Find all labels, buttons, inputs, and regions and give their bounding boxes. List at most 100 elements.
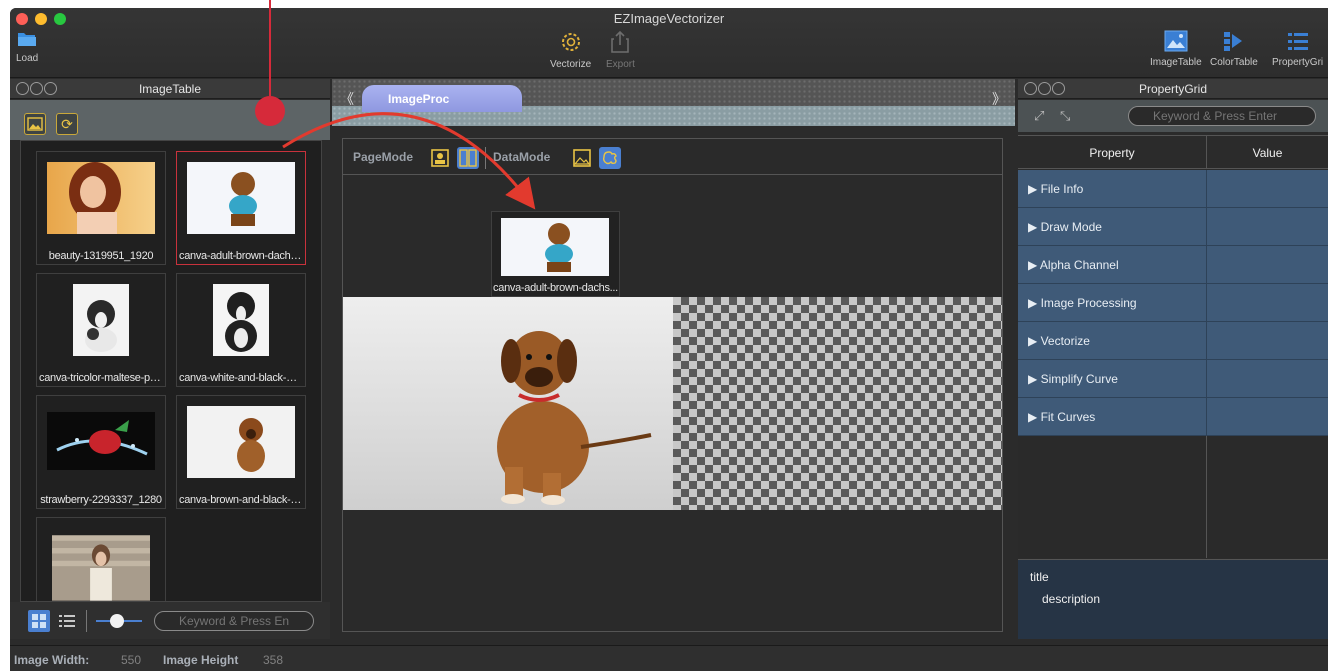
image-data-button[interactable] [571, 147, 593, 169]
image-height-value: 358 [263, 653, 284, 667]
property-description: title description [1018, 559, 1328, 639]
thumbnail-caption: canva-tricolor-maltese-pu... [39, 372, 164, 384]
vectorize-button[interactable]: Vectorize [550, 30, 591, 70]
add-image-button[interactable] [24, 113, 46, 135]
mode-bar: PageMode DataMode [343, 139, 1002, 175]
data-mode-label: DataMode [493, 150, 551, 164]
image-table-footer: Q▾ [10, 602, 330, 639]
load-label: Load [16, 53, 39, 64]
image-table-toolbar: ⟳ [10, 100, 330, 140]
title-toolbar: EZImageVectorizer Load Vectorize Export … [10, 8, 1328, 78]
image-search-input[interactable] [154, 611, 314, 631]
load-button[interactable]: Load [16, 30, 38, 64]
property-name: ▶ Draw Mode [1028, 220, 1102, 234]
image-table-header: ImageTable [10, 79, 330, 99]
imagetable-button[interactable]: ImageTable [1150, 30, 1202, 68]
app-window: EZImageVectorizer Load Vectorize Export … [10, 8, 1328, 671]
property-row-draw-mode[interactable]: ▶ Draw Mode [1018, 208, 1328, 246]
image-proc-panel: 《 ImageProc 》 PageMode DataMode canva-ad… [332, 79, 1015, 639]
colortable-label: ColorTable [1210, 57, 1258, 68]
zoom-slider[interactable] [96, 614, 142, 628]
thumbnail-image [187, 406, 295, 478]
current-image-caption: canva-adult-brown-dachs... [493, 282, 618, 294]
property-row-alpha-channel[interactable]: ▶ Alpha Channel [1018, 246, 1328, 284]
thumbnail-image [73, 284, 129, 356]
thumbnail-item[interactable]: canva-tricolor-maltese-pu... [36, 273, 166, 387]
toolbar-divider [86, 610, 87, 632]
description-title: title [1030, 570, 1049, 584]
property-name: ▶ Alpha Channel [1028, 258, 1119, 272]
thumbnail-caption: beauty-1319951_1920 [48, 250, 154, 262]
vector-result-view [673, 297, 1002, 510]
property-row-simplify-curve[interactable]: ▶ Simplify Curve [1018, 360, 1328, 398]
thumbnail-caption: canva-adult-brown-dachs... [179, 250, 304, 262]
property-search-input[interactable] [1128, 106, 1316, 126]
thumbnail-item[interactable]: canva-brown-and-black-g... [176, 395, 306, 509]
property-row-fit-curves[interactable]: ▶ Fit Curves [1018, 398, 1328, 436]
description-text: description [1042, 592, 1101, 606]
column-property: Property [1089, 146, 1135, 160]
puzzle-icon [602, 151, 617, 165]
app-title: EZImageVectorizer [613, 11, 725, 26]
thumbnail-item[interactable]: strawberry-2293337_1280 [36, 395, 166, 509]
property-grid-header: PropertyGrid [1018, 79, 1328, 99]
thumbnail-item[interactable]: canva-white-and-black-m... [176, 273, 306, 387]
colortable-button[interactable]: ColorTable [1210, 30, 1258, 68]
thumbnail-item[interactable] [36, 517, 166, 601]
image-width-value: 550 [121, 653, 142, 667]
thumbnail-item-selected[interactable]: canva-adult-brown-dachs... [176, 151, 306, 265]
property-row-image-processing[interactable]: ▶ Image Processing [1018, 284, 1328, 322]
thumbnail-item[interactable]: beauty-1319951_1920 [36, 151, 166, 265]
page-mode-label: PageMode [353, 150, 414, 164]
property-row-vectorize[interactable]: ▶ Vectorize [1018, 322, 1328, 360]
palette-icon [1223, 32, 1242, 51]
expand-all-icon[interactable]: ⤢ [1034, 108, 1044, 124]
tab-imageproc-label: ImageProc [388, 92, 450, 106]
propertygrid-button[interactable]: PropertyGri [1272, 30, 1323, 68]
gear-icon [561, 33, 580, 51]
current-image-card[interactable]: canva-adult-brown-dachs... [491, 211, 620, 297]
current-image-thumbnail [501, 218, 609, 276]
list-view-button[interactable] [56, 610, 78, 632]
image-height-label: Image Height [163, 653, 239, 667]
zoom-slider-thumb[interactable] [110, 614, 124, 628]
image-table-title: ImageTable [138, 82, 202, 96]
collapse-all-icon[interactable]: ⤡ [1060, 108, 1070, 124]
thumbnail-image [213, 284, 269, 356]
image-icon [1164, 30, 1188, 52]
property-name: ▶ Image Processing [1028, 296, 1137, 310]
thumbnail-image [187, 162, 295, 234]
double-page-button[interactable] [457, 147, 479, 169]
thumbnail-image [47, 162, 155, 234]
image-canvas: PageMode DataMode canva-adult-brown-dach… [342, 138, 1003, 632]
stage: EZImageVectorizer Load Vectorize Export … [0, 0, 1328, 671]
source-image-view [343, 297, 673, 510]
property-row-file-info[interactable]: ▶ File Info [1018, 170, 1328, 208]
thumbnail-caption: strawberry-2293337_1280 [40, 494, 162, 506]
vector-data-button[interactable] [599, 147, 621, 169]
mode-divider [485, 147, 486, 169]
image-table-panel: ImageTable ⟳ beauty-1319951_1920 canva-a… [10, 79, 330, 639]
list-icon [1287, 33, 1308, 50]
export-label: Export [606, 59, 635, 70]
thumbnail-grid: beauty-1319951_1920 canva-adult-brown-da… [20, 140, 322, 602]
column-value: Value [1252, 146, 1283, 160]
tab-next-icon[interactable]: 》 [992, 89, 1006, 109]
export-button[interactable]: Export [606, 30, 635, 70]
property-grid-panel: PropertyGrid ⤢ ⤡ Q▾ Property Value ▶ Fil… [1018, 79, 1328, 639]
thumbnail-caption: canva-brown-and-black-g... [179, 494, 305, 506]
image-icon [573, 149, 591, 167]
status-bar: Image Width: 550 Image Height 358 [10, 645, 1328, 671]
list-icon [59, 615, 75, 627]
imagetable-label: ImageTable [1150, 57, 1202, 68]
tab-prev-icon[interactable]: 《 [340, 89, 354, 109]
refresh-icon: ⟳ [61, 116, 73, 132]
refresh-button[interactable]: ⟳ [56, 113, 78, 135]
single-page-button[interactable] [429, 147, 451, 169]
property-grid-toolbar: ⤢ ⤡ Q▾ [1018, 100, 1328, 132]
folder-icon [18, 33, 37, 46]
share-icon [611, 30, 630, 53]
image-width-label: Image Width: [14, 653, 90, 667]
grid-view-button[interactable] [28, 610, 50, 632]
tab-imageproc[interactable]: ImageProc [362, 85, 522, 112]
